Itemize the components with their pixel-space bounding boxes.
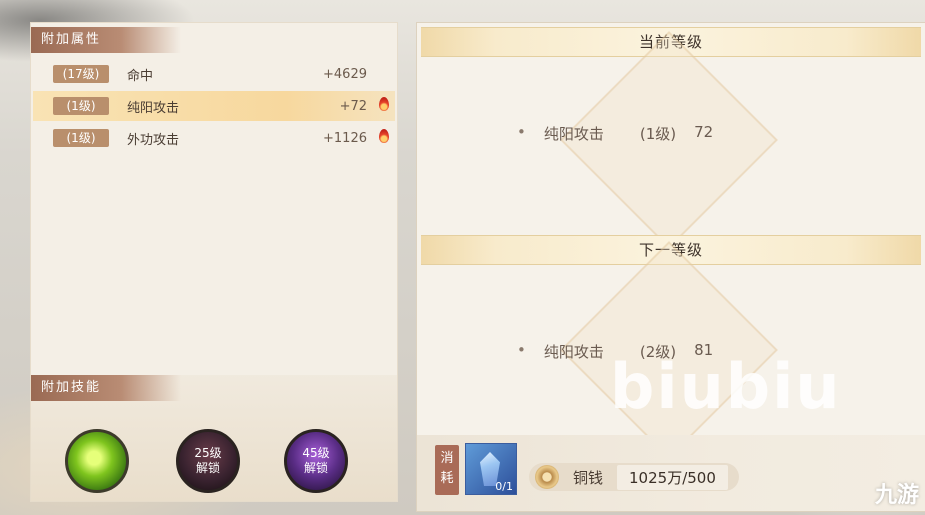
item-count: 0/1 <box>495 480 513 493</box>
skill-slot-locked-25[interactable]: 25级 解锁 <box>176 429 240 493</box>
current-attr-value: 72 <box>694 123 714 141</box>
current-attr-name: 纯阳攻击 <box>543 125 604 143</box>
bullet-icon: • <box>517 341 526 359</box>
current-attr-level: (1级) <box>639 125 677 143</box>
next-attr-name: 纯阳攻击 <box>543 343 604 361</box>
attr-level-badge: (1级) <box>53 97 109 115</box>
level-detail-panel: 当前等级 • 纯阳攻击 (1级) 72 下一等级 • 纯阳攻击 (2级) 81 … <box>416 22 925 512</box>
attr-level-badge: (1级) <box>53 129 109 147</box>
current-level-line: • 纯阳攻击 (1级) 72 <box>517 123 713 144</box>
skill-unlock-label: 25级 解锁 <box>194 446 222 475</box>
attr-value: +4629 <box>323 66 367 82</box>
copper-coin-cost: 铜钱 1025万/500 <box>529 463 739 491</box>
attribute-panel: 附加属性 (17级) 命中 +4629 (1级) 纯阳攻击 +72 (1级) 外… <box>30 22 398 502</box>
currency-value: 1025万/500 <box>617 464 728 490</box>
attr-name: 命中 <box>127 68 154 84</box>
currency-label: 铜钱 <box>573 468 604 487</box>
extra-skills-tab: 附加技能 <box>31 375 181 401</box>
attr-level-badge: (17级) <box>53 65 109 83</box>
attr-value: +1126 <box>323 130 367 146</box>
copper-coin-icon <box>535 465 559 489</box>
flame-icon <box>379 129 389 143</box>
attr-name: 纯阳攻击 <box>127 100 180 116</box>
attr-row-external-attack[interactable]: (1级) 外功攻击 +1126 <box>33 123 395 153</box>
skill-slot-active[interactable] <box>65 429 129 493</box>
attr-row-pure-yang-attack[interactable]: (1级) 纯阳攻击 +72 <box>33 91 395 121</box>
attr-name: 外功攻击 <box>127 132 180 148</box>
attr-value: +72 <box>339 98 367 114</box>
extra-attributes-tab: 附加属性 <box>31 27 181 53</box>
crystal-item-icon[interactable]: 0/1 <box>465 443 517 495</box>
attr-row-hit[interactable]: (17级) 命中 +4629 <box>33 59 395 89</box>
extra-skills-section: 附加技能 25级 解锁 45级 解锁 <box>31 375 397 501</box>
watermark-text: biubiu <box>610 350 842 423</box>
skill-slot-locked-45[interactable]: 45级 解锁 <box>284 429 348 493</box>
bullet-icon: • <box>517 123 526 141</box>
cost-tag: 消 耗 <box>435 445 459 495</box>
cost-bar: 消 耗 0/1 铜钱 1025万/500 <box>417 435 925 511</box>
skill-unlock-label: 45级 解锁 <box>302 446 330 475</box>
flame-icon <box>379 97 389 111</box>
site-logo: 九游 <box>874 483 919 508</box>
